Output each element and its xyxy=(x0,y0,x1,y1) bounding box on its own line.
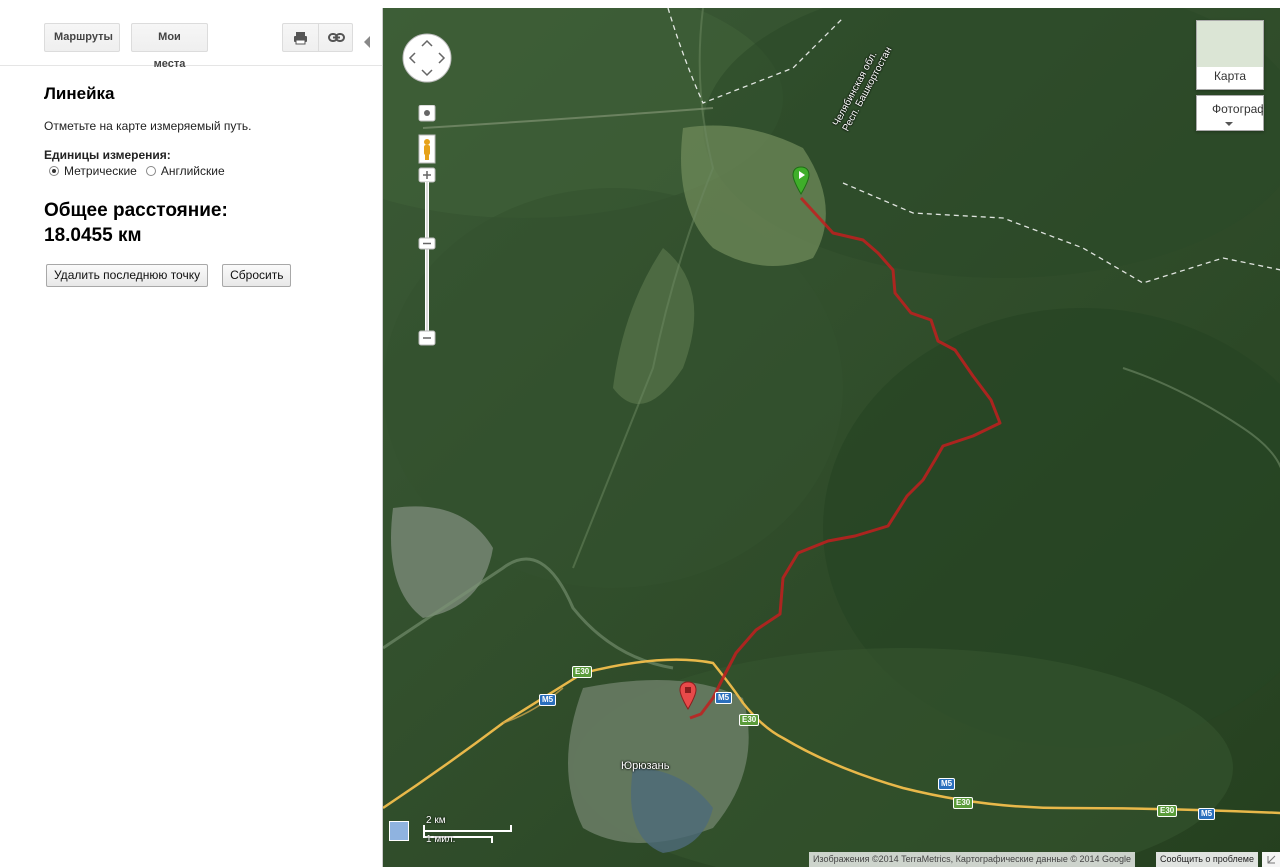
link-icon xyxy=(328,33,345,42)
map-type-thumbnail xyxy=(1197,21,1263,67)
units-radio-group: Метрические Английские xyxy=(44,164,364,178)
report-problem-link[interactable]: Сообщить о проблеме xyxy=(1156,852,1258,867)
metric-radio-label[interactable]: Метрические xyxy=(64,164,137,178)
printer-icon xyxy=(294,32,307,45)
road-shield-e30: E30 xyxy=(953,797,974,809)
ruler-title: Линейка xyxy=(44,84,115,103)
location-icon xyxy=(424,110,430,116)
scale-km-label: 2 км xyxy=(426,815,446,826)
map-attribution: Изображения ©2014 TerraMetrics, Картогра… xyxy=(808,852,1135,867)
satellite-imagery xyxy=(383,8,1280,867)
scale-mi-label: 1 мил. xyxy=(426,834,456,845)
map-type-photo-label: Фотография xyxy=(1212,102,1263,116)
delete-last-point-button[interactable]: Удалить последнюю точку xyxy=(46,264,209,287)
road-shield-m5: M5 xyxy=(539,694,557,706)
total-distance-value: 18.0455 км xyxy=(44,225,142,246)
ruler-hint: Отметьте на карте измеряемый путь. xyxy=(44,119,252,133)
road-shield-m5: M5 xyxy=(715,692,733,704)
panel-toolbar: Маршруты Мои места xyxy=(0,8,382,70)
road-shield-e30: E30 xyxy=(572,666,593,678)
town-label: Юрюзань xyxy=(621,760,670,772)
imperial-radio[interactable] xyxy=(145,166,156,176)
my-places-button[interactable]: Мои места xyxy=(131,23,208,70)
map-view[interactable]: Челябинская обл. Респ. Башкортостан Юрюз… xyxy=(382,8,1280,867)
link-button[interactable] xyxy=(318,23,353,52)
collapse-left-icon[interactable] xyxy=(362,35,372,49)
ruler-panel: Линейка Отметьте на карте измеряемый пут… xyxy=(44,84,364,287)
road-shield-e30: E30 xyxy=(739,714,760,726)
map-type-map-button[interactable]: Карта xyxy=(1196,20,1264,90)
imperial-radio-label[interactable]: Английские xyxy=(161,164,225,178)
start-marker-icon[interactable] xyxy=(792,166,810,196)
print-button[interactable] xyxy=(282,23,319,52)
reset-button[interactable]: Сбросить xyxy=(222,264,292,287)
end-marker-icon[interactable] xyxy=(679,681,697,711)
app-window: Маршруты Мои места Линейка Отметьте на к… xyxy=(0,0,1280,867)
chevron-down-icon xyxy=(1225,122,1233,126)
map-type-photo-button[interactable]: Фотография xyxy=(1196,95,1264,131)
left-panel: Маршруты Мои места Линейка Отметьте на к… xyxy=(0,0,382,867)
scale-bar: 2 км 1 мил. xyxy=(389,815,514,855)
road-shield-e30: E30 xyxy=(1157,805,1178,817)
zoom-control[interactable] xyxy=(417,105,437,355)
total-distance-label: Общее расстояние: xyxy=(44,200,228,221)
resize-corner[interactable] xyxy=(1262,852,1280,867)
road-shield-m5: M5 xyxy=(938,778,956,790)
metric-radio[interactable] xyxy=(49,166,59,176)
routes-button[interactable]: Маршруты xyxy=(44,23,120,52)
road-shield-m5: M5 xyxy=(1198,808,1216,820)
units-label: Единицы измерения: xyxy=(44,148,171,162)
pan-control[interactable] xyxy=(402,33,452,83)
map-type-map-label: Карта xyxy=(1213,69,1247,83)
ruler-actions: Удалить последнюю точку Сбросить xyxy=(46,264,364,287)
